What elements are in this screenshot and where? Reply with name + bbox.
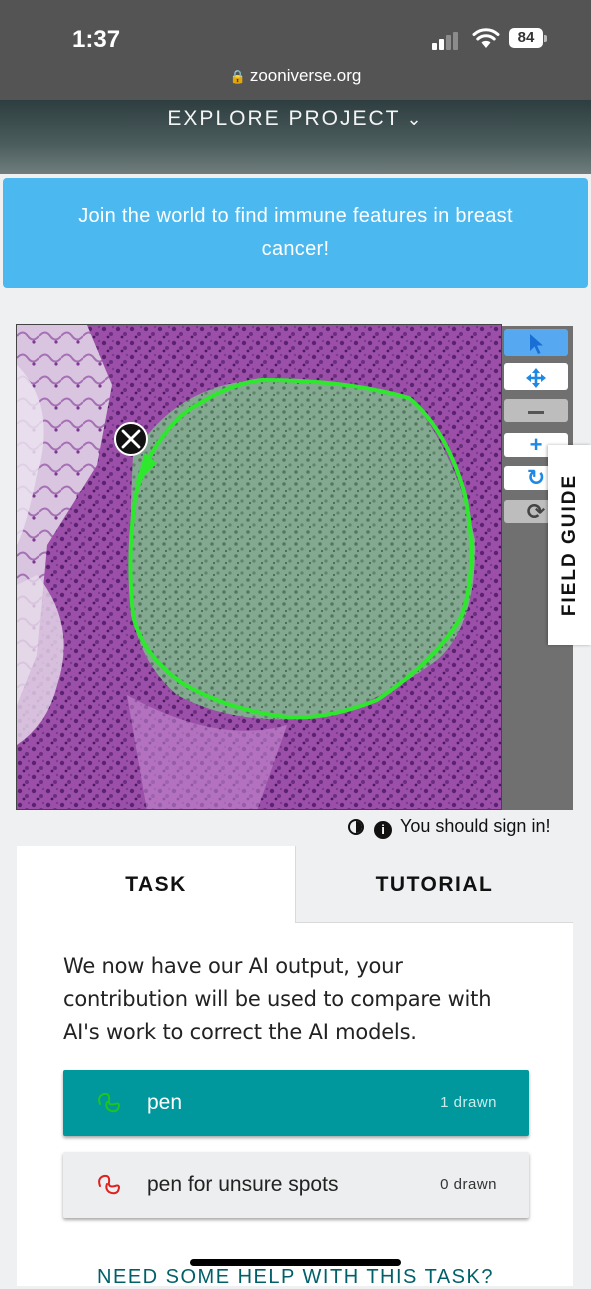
wifi-icon xyxy=(472,28,500,48)
pen-tool-label: pen xyxy=(147,1091,183,1114)
subject-meta-row: i You should sign in! xyxy=(348,816,550,840)
url-text: zooniverse.org xyxy=(249,66,362,85)
reset-icon: ⟳ xyxy=(526,499,546,524)
info-icon[interactable]: i xyxy=(374,821,392,839)
unsure-pen-shape-icon xyxy=(98,1174,120,1195)
move-tool-button[interactable] xyxy=(504,363,568,390)
battery-indicator: 84 xyxy=(509,28,543,48)
unsure-pen-tool-option[interactable]: pen for unsure spots 0 drawn xyxy=(63,1152,529,1218)
rotate-icon: ↻ xyxy=(526,465,546,490)
subject-image-viewer[interactable] xyxy=(16,324,502,810)
tissue-image[interactable] xyxy=(17,325,502,810)
cellular-signal-icon xyxy=(432,32,462,50)
unsure-pen-tool-label: pen for unsure spots xyxy=(147,1173,339,1196)
task-instruction: We now have our AI output, your contribu… xyxy=(63,954,492,1044)
pointer-icon xyxy=(530,334,543,355)
pen-tool-option[interactable]: pen 1 drawn xyxy=(63,1070,529,1136)
chevron-down-icon: ⌄ xyxy=(406,109,424,129)
announcement-banner: Join the world to find immune features i… xyxy=(3,178,588,288)
sign-in-message[interactable]: You should sign in! xyxy=(400,816,550,836)
minus-icon xyxy=(528,410,544,414)
tab-tutorial[interactable]: TUTORIAL xyxy=(295,846,573,923)
tab-task[interactable]: TASK xyxy=(17,846,295,923)
pen-shape-icon xyxy=(98,1092,120,1113)
task-help-link[interactable]: NEED SOME HELP WITH THIS TASK? xyxy=(0,1266,591,1289)
pointer-tool-button[interactable] xyxy=(504,329,568,356)
lock-icon: 🔒 xyxy=(229,69,246,84)
task-panel: TASK TUTORIAL We now have our AI output,… xyxy=(17,846,573,1286)
delete-mark-icon[interactable] xyxy=(114,422,148,456)
pen-tool-count: 1 drawn xyxy=(440,1094,497,1111)
battery-tip xyxy=(544,35,547,42)
explore-project-menu[interactable]: EXPLORE PROJECT ⌄ xyxy=(0,107,591,131)
field-guide-tab[interactable]: FIELD GUIDE xyxy=(548,445,591,645)
move-icon xyxy=(526,368,546,389)
browser-top-bar: 1:37 84 🔒 zooniverse.org xyxy=(0,0,591,100)
plus-icon: + xyxy=(529,432,543,457)
explore-project-label: EXPLORE PROJECT xyxy=(167,107,401,130)
unsure-pen-tool-count: 0 drawn xyxy=(440,1176,497,1193)
zoom-out-button[interactable] xyxy=(504,399,568,422)
field-guide-label: FIELD GUIDE xyxy=(558,473,580,617)
clock: 1:37 xyxy=(72,26,121,53)
home-indicator[interactable] xyxy=(190,1259,401,1266)
contrast-icon[interactable] xyxy=(348,819,364,835)
address-bar[interactable]: 🔒 zooniverse.org xyxy=(0,66,591,86)
